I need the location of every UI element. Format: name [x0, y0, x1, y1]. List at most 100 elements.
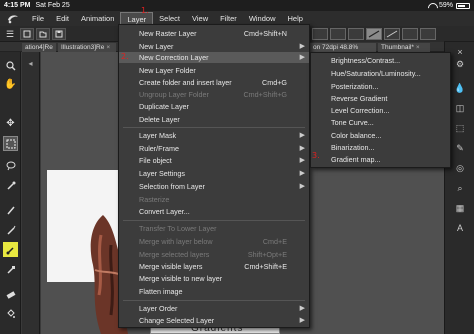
menu-item-label: Ungroup Layer Folder	[139, 90, 209, 99]
close-icon[interactable]: ×	[416, 44, 420, 51]
chevron-right-icon: ▶	[299, 145, 305, 152]
grid-icon[interactable]: ▦	[454, 202, 466, 214]
submenu-item-label: Reverse Gradient	[331, 94, 388, 103]
property-button-1[interactable]	[312, 28, 328, 40]
layer-menu: New Raster Layer Cmd+Shift+N New Layer ▶…	[118, 24, 310, 328]
property-button-4[interactable]	[366, 28, 382, 40]
menu-item-label: Merge selected layers	[139, 250, 210, 259]
tab-illustration3[interactable]: Illustration3]Re ×	[58, 43, 116, 52]
submenu-item-binarization[interactable]: Binarization...	[311, 142, 450, 153]
submenu-item-reverse-gradient[interactable]: Reverse Gradient	[311, 93, 450, 104]
menu-item-label: Change Selected Layer	[139, 316, 215, 325]
airbrush-icon[interactable]	[3, 262, 18, 277]
menu-item-shortcut: Cmd+Shift+N	[243, 29, 287, 38]
status-date: Sat Feb 25	[35, 2, 70, 9]
menu-item-label: File object	[139, 156, 172, 165]
property-button-7[interactable]	[420, 28, 436, 40]
submenu-item-color-balance[interactable]: Color balance...	[311, 130, 450, 141]
hand-icon[interactable]: ✋	[3, 77, 18, 92]
close-icon[interactable]: ×	[106, 44, 110, 51]
menu-item-delete-layer[interactable]: Delete Layer	[119, 114, 309, 125]
eyedropper-icon[interactable]	[3, 178, 18, 193]
submenu-item-tone-curve[interactable]: Tone Curve...	[311, 117, 450, 128]
brush-icon[interactable]	[3, 242, 18, 257]
annotation-step-1: 1.	[141, 6, 149, 15]
menu-item-transfer-to-lower[interactable]: Transfer To Lower Layer	[119, 223, 309, 234]
menu-item-shortcut: Cmd+Shift+G	[243, 90, 287, 99]
submenu-item-brightness-contrast[interactable]: Brightness/Contrast...	[311, 55, 450, 66]
menu-item-label: Transfer To Lower Layer	[139, 224, 217, 233]
hamburger-menu-icon[interactable]: ☰	[4, 28, 16, 40]
menu-item-create-folder-insert[interactable]: Create folder and insert layer Cmd+G	[119, 77, 309, 88]
menu-item-new-layer-folder[interactable]: New Layer Folder	[119, 65, 309, 76]
property-button-2[interactable]	[330, 28, 346, 40]
tab-label: on 72dpi 48.8%	[313, 44, 359, 51]
menu-item-merge-selected[interactable]: Merge selected layers Shift+Opt+E	[119, 249, 309, 260]
menu-item-selection-from-layer[interactable]: Selection from Layer ▶	[119, 181, 309, 192]
tab-current-canvas[interactable]: on 72dpi 48.8%	[310, 43, 376, 52]
chevron-right-icon: ▶	[299, 43, 305, 50]
open-button[interactable]	[36, 28, 50, 40]
menu-item-ungroup-layer-folder[interactable]: Ungroup Layer Folder Cmd+Shift+G	[119, 89, 309, 100]
property-button-6[interactable]	[402, 28, 418, 40]
menu-edit[interactable]: Edit	[50, 12, 75, 25]
menu-item-duplicate-layer[interactable]: Duplicate Layer	[119, 101, 309, 112]
menu-item-flatten-image[interactable]: Flatten image	[119, 286, 309, 297]
menu-item-rasterize[interactable]: Rasterize	[119, 194, 309, 205]
menu-item-layer-order[interactable]: Layer Order ▶	[119, 303, 309, 314]
fill-icon[interactable]	[3, 306, 18, 321]
annotation-step-3: 3.	[312, 151, 320, 160]
menu-item-label: Convert Layer...	[139, 207, 190, 216]
menu-item-shortcut: Cmd+Shift+E	[244, 262, 287, 271]
submenu-item-hue-saturation[interactable]: Hue/Saturation/Luminosity...	[311, 68, 450, 79]
menu-item-merge-visible[interactable]: Merge visible layers Cmd+Shift+E	[119, 261, 309, 272]
pen-settings-icon[interactable]: ✎	[454, 142, 466, 154]
tab-thumbnail[interactable]: Thumbnail* ×	[378, 43, 430, 52]
sub-tool-strip: ◂	[22, 52, 40, 334]
transform-icon[interactable]: ⬚	[454, 122, 466, 134]
menu-item-new-layer[interactable]: New Layer ▶	[119, 41, 309, 52]
sub-tool-icon[interactable]: ◂	[25, 58, 36, 69]
menu-item-new-correction-layer[interactable]: New Correction Layer ▶	[119, 52, 309, 63]
menu-item-convert-layer[interactable]: Convert Layer...	[119, 206, 309, 217]
menu-item-layer-mask[interactable]: Layer Mask ▶	[119, 130, 309, 141]
save-button[interactable]	[52, 28, 66, 40]
layer-icon[interactable]: ◫	[454, 102, 466, 114]
navigator-icon[interactable]: ◎	[454, 162, 466, 174]
zoom-icon[interactable]	[3, 58, 18, 73]
submenu-item-posterization[interactable]: Posterization...	[311, 81, 450, 92]
battery-percent: 59%	[438, 2, 453, 9]
droplet-icon[interactable]: 💧	[454, 82, 466, 94]
menu-item-shortcut: Shift+Opt+E	[247, 250, 287, 259]
text-icon[interactable]: A	[454, 222, 466, 234]
property-button-5[interactable]	[384, 28, 400, 40]
search-icon[interactable]: ⌕	[454, 182, 466, 194]
lasso-icon[interactable]	[3, 158, 18, 173]
menu-item-new-raster-layer[interactable]: New Raster Layer Cmd+Shift+N	[119, 28, 309, 39]
selection-icon[interactable]	[3, 136, 18, 151]
gear-icon[interactable]: ⚙	[454, 58, 466, 70]
submenu-item-level-correction[interactable]: Level Correction...	[311, 105, 450, 116]
menu-file[interactable]: File	[26, 12, 50, 25]
chevron-right-icon: ▶	[299, 157, 305, 164]
clip-studio-logo-icon[interactable]	[6, 13, 20, 24]
status-time: 4:15 PM	[4, 2, 31, 9]
menu-item-ruler-frame[interactable]: Ruler/Frame ▶	[119, 143, 309, 154]
menu-item-change-selected-layer[interactable]: Change Selected Layer ▶	[119, 315, 309, 326]
tab-illustration4[interactable]: ation4]Re	[22, 43, 56, 52]
property-button-3[interactable]	[348, 28, 364, 40]
menu-item-merge-visible-new[interactable]: Merge visible to new layer	[119, 273, 309, 284]
submenu-item-gradient-map[interactable]: Gradient map...	[311, 154, 450, 165]
menu-animation[interactable]: Animation	[75, 12, 120, 25]
pen-icon[interactable]	[3, 202, 18, 217]
menu-item-layer-settings[interactable]: Layer Settings ▶	[119, 168, 309, 179]
menu-item-file-object[interactable]: File object ▶	[119, 155, 309, 166]
pencil-icon[interactable]	[3, 222, 18, 237]
move-icon[interactable]: ✥	[3, 116, 18, 131]
new-canvas-button[interactable]	[20, 28, 34, 40]
menu-item-label: Duplicate Layer	[139, 102, 189, 111]
menu-item-merge-with-below[interactable]: Merge with layer below Cmd+E	[119, 236, 309, 247]
close-icon[interactable]: ×	[454, 46, 466, 58]
eraser-icon[interactable]	[3, 286, 18, 301]
menu-item-label: Create folder and insert layer	[139, 78, 232, 87]
